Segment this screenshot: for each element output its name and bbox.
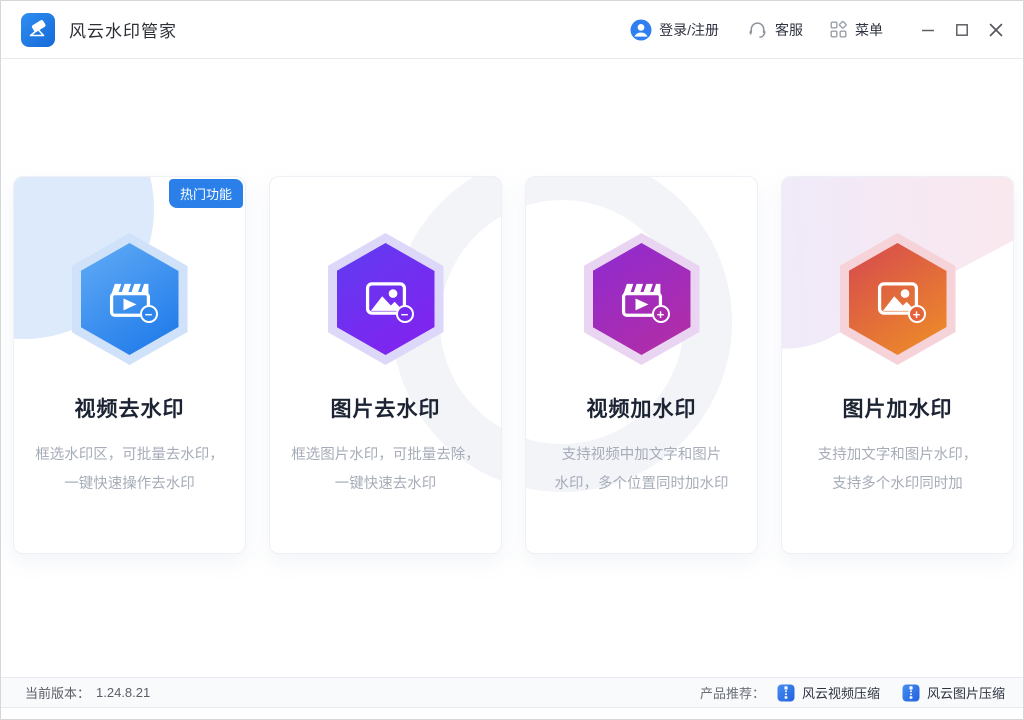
compress-app-icon [777, 684, 795, 702]
titlebar: 风云水印管家 登录/注册 客服 [1, 1, 1023, 59]
footer-bar: 当前版本： 1.24.8.21 产品推荐： 风云视频压缩 [1, 677, 1023, 708]
feature-card-1[interactable]: 热门功能 [13, 176, 246, 554]
feature-hexagon-inner: + [849, 243, 947, 355]
minimize-button[interactable] [915, 17, 941, 43]
feature-desc-line1: 框选图片水印，可批量去除， [270, 441, 501, 470]
customer-service-button[interactable]: 客服 [747, 19, 803, 40]
app-window: 风云水印管家 登录/注册 客服 [0, 0, 1024, 720]
feature-description: 支持加文字和图片水印， 支持多个水印同时加 [782, 441, 1013, 499]
feature-description: 支持视频中加文字和图片 水印，多个位置同时加水印 [526, 441, 757, 499]
feature-desc-line1: 支持加文字和图片水印， [782, 441, 1013, 470]
feature-title: 图片加水印 [782, 393, 1013, 423]
login-register-button[interactable]: 登录/注册 [630, 19, 719, 41]
close-icon [989, 23, 1003, 37]
maximize-button[interactable] [949, 17, 975, 43]
login-register-label: 登录/注册 [659, 20, 719, 40]
feature-description: 框选水印区，可批量去水印， 一键快速操作去水印 [14, 441, 245, 499]
headset-icon [747, 19, 768, 40]
feature-title: 图片去水印 [270, 393, 501, 423]
product-name: 风云图片压缩 [927, 683, 1005, 702]
app-title: 风云水印管家 [69, 17, 177, 42]
feature-title: 视频加水印 [526, 393, 757, 423]
hot-feature-badge: 热门功能 [169, 179, 243, 208]
maximize-icon [955, 23, 969, 37]
feature-desc-line1: 框选水印区，可批量去水印， [14, 441, 245, 470]
feature-desc-line2: 一键快速去水印 [270, 470, 501, 499]
grid-menu-icon [829, 20, 848, 39]
app-logo [21, 13, 55, 47]
feature-hexagon-inner: + [593, 243, 691, 355]
menu-button[interactable]: 菜单 [829, 20, 883, 40]
version-label: 当前版本： [25, 683, 90, 702]
feature-hexagon-inner: − [337, 243, 435, 355]
plus-minus-badge: + [652, 305, 670, 323]
plus-minus-badge: − [396, 305, 414, 323]
customer-service-label: 客服 [775, 20, 803, 40]
feature-description: 框选图片水印，可批量去除， 一键快速去水印 [270, 441, 501, 499]
recommend-label: 产品推荐： [700, 683, 765, 702]
feature-desc-line2: 水印，多个位置同时加水印 [526, 470, 757, 499]
feature-title: 视频去水印 [14, 393, 245, 423]
feature-desc-line2: 一键快速操作去水印 [14, 470, 245, 499]
plus-minus-badge: + [908, 305, 926, 323]
minimize-icon [921, 23, 935, 37]
compress-app-icon [902, 684, 920, 702]
feature-desc-line1: 支持视频中加文字和图片 [526, 441, 757, 470]
feature-card-2[interactable]: − 图片去水印 框选图片水印，可批量去除， 一键快速去水印 [269, 176, 502, 554]
feature-desc-line2: 支持多个水印同时加 [782, 470, 1013, 499]
close-button[interactable] [983, 17, 1009, 43]
eraser-icon [26, 18, 50, 42]
avatar-icon [630, 19, 652, 41]
version-value: 1.24.8.21 [96, 685, 150, 700]
product-link-video-compress[interactable]: 风云视频压缩 [777, 683, 880, 702]
product-name: 风云视频压缩 [802, 683, 880, 702]
feature-card-4[interactable]: + 图片加水印 支持加文字和图片水印， 支持多个水印同时加 [781, 176, 1014, 554]
cards-row: 热门功能 [13, 176, 1014, 554]
feature-hexagon-inner: − [81, 243, 179, 355]
menu-label: 菜单 [855, 20, 883, 40]
main-area: 热门功能 [1, 59, 1023, 678]
feature-card-3[interactable]: + 视频加水印 支持视频中加文字和图片 水印，多个位置同时加水印 [525, 176, 758, 554]
product-link-image-compress[interactable]: 风云图片压缩 [902, 683, 1005, 702]
plus-minus-badge: − [140, 305, 158, 323]
